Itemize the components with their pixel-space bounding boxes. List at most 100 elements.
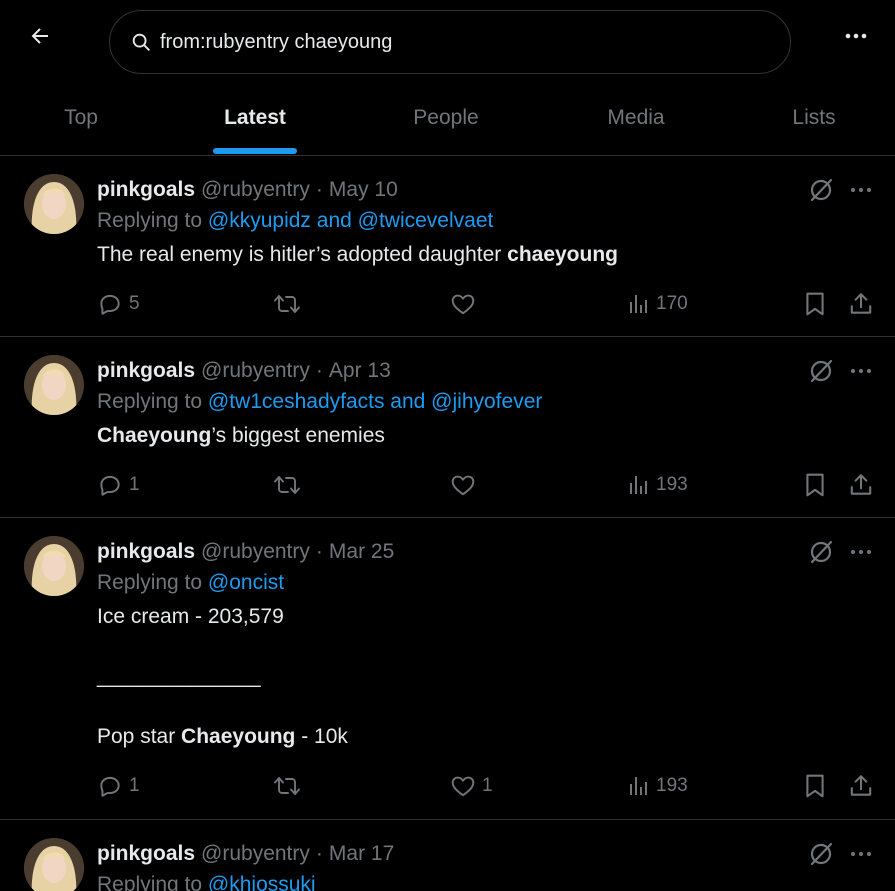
tweet-date[interactable]: May 10 [329,178,398,202]
tweet-text: The real enemy is hitler’s adopted daugh… [97,240,618,270]
retweet-icon [274,295,300,313]
separator-dot: · [315,842,323,865]
share-icon [850,474,872,495]
tab-media[interactable]: Media [590,80,682,156]
tweet[interactable]: pinkgoals @rubyentry · Mar 25 Replying t… [0,518,895,820]
bookmark-icon [806,473,824,497]
author-name[interactable]: pinkgoals [97,178,195,202]
views-count: 193 [656,775,688,796]
bookmark-button[interactable] [803,768,827,804]
reply-prefix: Replying to [97,390,208,413]
tweet[interactable]: pinkgoals @rubyentry · Apr 13 Replying t… [0,337,895,518]
reply-icon [100,294,120,315]
tweet-text-part: - 10k [295,725,348,748]
reply-count: 1 [129,474,140,495]
tweet-date[interactable]: Mar 17 [329,842,394,866]
views-button[interactable]: 193 [628,768,688,804]
tweet-text-part: Pop star [97,725,182,748]
tweet-text-line: Ice cream - 203,579 [97,605,284,628]
share-icon [850,775,872,796]
tweet[interactable]: pinkgoals @rubyentry · Mar 17 Replying t… [0,820,895,891]
author-handle[interactable]: @rubyentry [201,178,310,202]
grok-icon [810,359,833,383]
author-name[interactable]: pinkgoals [97,540,195,564]
views-icon [630,295,647,313]
grok-icon [810,842,833,866]
like-button[interactable] [450,467,482,503]
like-button[interactable] [450,286,482,322]
share-button[interactable] [848,286,874,322]
separator-dot: · [315,178,323,201]
share-button[interactable] [848,768,874,804]
reply-count: 5 [129,293,140,314]
author-handle[interactable]: @rubyentry [201,842,310,866]
share-button[interactable] [848,467,874,503]
retweet-button[interactable] [273,286,307,322]
views-icon [630,476,647,494]
more-options-button[interactable] [836,20,876,52]
grok-button[interactable] [805,174,837,206]
reply-button[interactable]: 1 [97,768,140,804]
reply-mentions[interactable]: @khiossuki [208,873,316,891]
retweet-button[interactable] [273,768,307,804]
views-button[interactable]: 193 [628,467,688,503]
reply-context: Replying to @khiossuki [97,873,316,891]
avatar[interactable] [24,536,84,596]
bookmark-button[interactable] [803,286,827,322]
tab-lists[interactable]: Lists [775,80,853,156]
author-handle[interactable]: @rubyentry [201,540,310,564]
like-icon [451,475,475,496]
avatar[interactable] [24,355,84,415]
tweet-text-highlight: Chaeyoung [97,424,212,447]
like-button[interactable]: 1 [450,768,493,804]
views-button[interactable]: 170 [628,286,688,322]
author-name[interactable]: pinkgoals [97,359,195,383]
author-handle[interactable]: @rubyentry [201,359,310,383]
reply-button[interactable]: 5 [97,286,140,322]
tab-latest[interactable]: Latest [205,80,305,156]
search-tabs: Top Latest People Media Lists [0,80,895,156]
reply-prefix: Replying to [97,571,208,594]
tweet-text-line: Pop star Chaeyoung - 10k [97,722,348,752]
search-box[interactable] [109,10,791,74]
avatar[interactable] [24,174,84,234]
tweet-text-line: ______________ [97,665,261,688]
reply-mentions[interactable]: @kkyupidz and @twicevelvaet [208,209,493,232]
separator-dot: · [315,540,323,563]
grok-button[interactable] [805,355,837,387]
grok-button[interactable] [805,838,837,870]
reply-button[interactable]: 1 [97,467,140,503]
tweet-more-button[interactable] [845,174,877,206]
top-bar [0,0,895,80]
tab-top[interactable]: Top [40,80,122,156]
reply-context: Replying to @oncist [97,571,284,595]
tweet-date[interactable]: Mar 25 [329,540,394,564]
more-icon [851,369,871,373]
tweet-more-button[interactable] [845,536,877,568]
active-tab-indicator [213,148,297,154]
views-count: 170 [656,293,688,314]
author-name[interactable]: pinkgoals [97,842,195,866]
tweet-date[interactable]: Apr 13 [329,359,391,383]
tweet-actions: 5 170 [0,286,895,322]
retweet-button[interactable] [273,467,307,503]
more-icon [851,852,871,856]
tweet-more-button[interactable] [845,838,877,870]
avatar[interactable] [24,838,84,891]
tweet-more-button[interactable] [845,355,877,387]
reply-count: 1 [129,775,140,796]
reply-prefix: Replying to [97,873,208,891]
search-input[interactable] [160,11,760,73]
bookmark-button[interactable] [803,467,827,503]
back-button[interactable] [22,18,58,54]
reply-mentions[interactable]: @oncist [208,571,284,594]
more-icon [845,33,867,39]
tweet-text: Chaeyoung’s biggest enemies [97,421,385,451]
reply-mentions[interactable]: @tw1ceshadyfacts and @jihyofever [208,390,542,413]
tab-people[interactable]: People [395,80,497,156]
grok-button[interactable] [805,536,837,568]
like-icon [451,776,475,797]
tweet[interactable]: pinkgoals @rubyentry · May 10 Replying t… [0,156,895,337]
share-icon [850,293,872,314]
back-arrow-icon [31,28,48,44]
